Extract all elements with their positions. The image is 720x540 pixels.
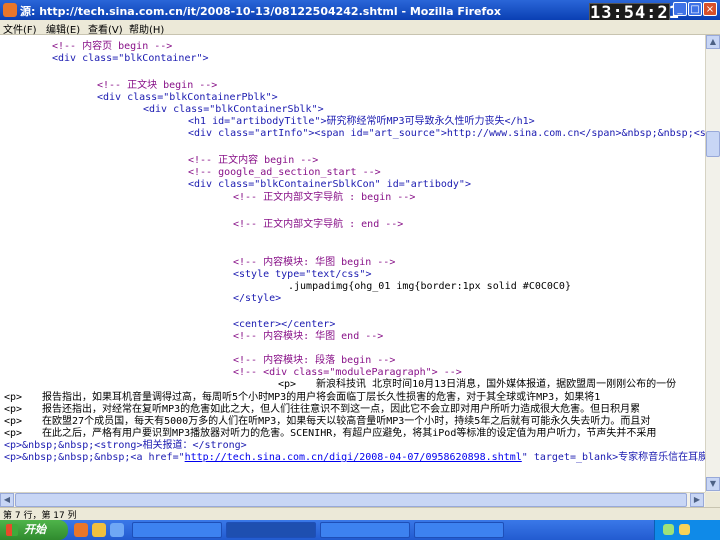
status-bar: 第 7 行，第 17 列 [0,507,720,521]
scroll-left-arrow-icon[interactable]: ◀ [0,493,14,507]
taskbar: 开始 [0,520,720,540]
taskbar-window-button[interactable] [320,522,410,538]
horizontal-scrollbar[interactable]: ◀ ▶ [0,492,705,507]
menu-bar: 文件(F) 编辑(E) 查看(V) 帮助(H) [0,20,720,36]
source-line: <!-- 正文内部文字导航 : begin --> [233,192,416,203]
source-line: <p> 在此之后，严格有用户要识到MP3播放器对听力的危害。SCENIHR，有超… [4,428,657,439]
source-line: <!-- 正文内部文字导航 : end --> [233,219,404,230]
maximize-button[interactable]: □ [688,2,702,16]
source-link[interactable]: http://tech.sina.com.cn/digi/2008-04-07/… [185,452,522,463]
vertical-scrollbar[interactable]: ▲ ▼ [705,35,720,492]
network-tray-icon[interactable] [663,524,674,535]
firefox-app-icon [3,3,17,17]
scroll-down-arrow-icon[interactable]: ▼ [706,477,720,491]
source-line: <!-- 内容模块: 华图 end --> [233,331,384,342]
source-view[interactable]: <!-- 内容页 begin --> <div class="blkContai… [0,35,705,492]
taskbar-window-button[interactable] [414,522,504,538]
title-bar[interactable]: 源: http://tech.sina.com.cn/it/2008-10-13… [0,0,720,23]
source-line: <!-- 正文内容 begin --> [188,155,319,166]
source-line: </style> [233,293,282,304]
taskbar-window-button-active[interactable] [226,522,316,538]
start-button[interactable]: 开始 [0,520,68,540]
desktop-quicklaunch-icon[interactable] [110,523,124,537]
scroll-up-arrow-icon[interactable]: ▲ [706,35,720,49]
source-line: <!-- <div class="moduleParagraph"> --> [233,367,462,378]
source-line: <!-- 内容模块: 段落 begin --> [233,355,396,366]
start-label: 开始 [24,523,46,536]
source-line: <p> 在欧盟27个成员国，每天有5000万多的人们在听MP3，如果每天以较高音… [4,416,651,427]
menu-edit[interactable]: 编辑(E) [46,21,80,36]
scrollbar-corner [705,492,720,507]
source-line: <div class="blkContainerPblk"> [97,92,278,103]
minimize-button[interactable]: _ [673,2,687,16]
source-line: .jumpadimg{ohg_01 img{border:1px solid #… [288,281,571,292]
system-tray [654,520,720,540]
windows-logo-icon [6,524,18,536]
source-line: <!-- 内容模块: 华图 begin --> [233,257,396,268]
folder-quicklaunch-icon[interactable] [92,523,106,537]
scroll-right-arrow-icon[interactable]: ▶ [690,493,704,507]
source-line: <center></center> [233,319,336,330]
source-line: <p> 报告还指出，对经常在复听MP3的危害如此之大，但人们往往意识不到这一点，… [4,404,641,415]
menu-help[interactable]: 帮助(H) [129,21,164,36]
volume-tray-icon[interactable] [679,524,690,535]
source-line: <!-- 正文块 begin --> [97,80,218,91]
source-line: <!-- 内容页 begin --> [52,41,173,52]
source-line: <h1 id="artibodyTitle">研究称经常听MP3可导致永久性听力… [188,116,535,127]
firefox-quicklaunch-icon[interactable] [74,523,88,537]
source-line: <div class="blkContainer"> [52,53,209,64]
source-line: <p> 新浪科技讯 北京时间10月13日消息，国外媒体报道，据欧盟周一刚刚公布的… [278,379,677,390]
menu-file[interactable]: 文件(F) [3,21,37,36]
taskbar-window-button[interactable] [132,522,222,538]
source-line: <div class="blkContainerSblkCon" id="art… [188,179,471,190]
horizontal-scroll-thumb[interactable] [15,493,687,507]
source-line: <div class="artInfo"><span id="art_sourc… [188,128,705,139]
close-button[interactable]: × [703,2,717,16]
menu-view[interactable]: 查看(V) [88,21,123,36]
source-line: <style type="text/css"> [233,269,372,280]
window-title: 源: http://tech.sina.com.cn/it/2008-10-13… [20,5,501,18]
source-line: <p>&nbsp;&nbsp;<strong>相关报道：</strong> [4,440,247,451]
source-line: <p>&nbsp;&nbsp;&nbsp;<a href="http://tec… [4,452,705,463]
source-line: <p> 报告指出，如果耳机音量调得过高，每周听5个小时MP3的用户将会面临丁层长… [4,392,601,403]
source-line: <div class="blkContainerSblk"> [143,104,324,115]
source-line: <!-- google_ad_section_start --> [188,167,381,178]
vertical-scroll-thumb[interactable] [706,131,720,157]
